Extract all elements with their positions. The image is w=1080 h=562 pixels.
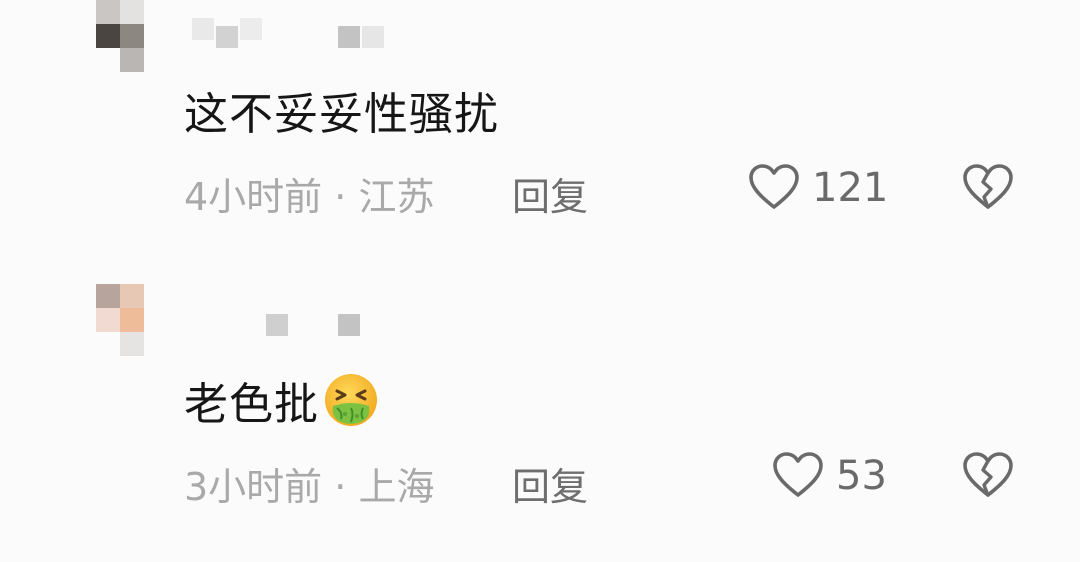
meta-separator: ·: [334, 465, 347, 509]
comment-item: 老色批 3小时前 · 上海 回复 53: [0, 282, 1080, 552]
comment-time: 4小时前: [184, 175, 323, 219]
comment-meta: 3小时前 · 上海: [184, 456, 434, 511]
heart-outline-icon: [772, 450, 824, 502]
comment-location: 江苏: [358, 175, 435, 219]
comment-text-content: 这不妥妥性骚扰: [184, 89, 499, 140]
reply-button[interactable]: 回复: [512, 166, 588, 221]
comment-meta: 4小时前 · 江苏: [184, 166, 434, 221]
broken-heart-icon: [962, 450, 1014, 502]
like-button[interactable]: 121: [748, 162, 888, 214]
comment-text: 这不妥妥性骚扰: [184, 82, 499, 140]
dislike-button[interactable]: [962, 450, 1014, 502]
comment-location: 上海: [358, 465, 435, 509]
comment-time: 3小时前: [184, 465, 323, 509]
comment-text-content: 老色批: [184, 379, 319, 430]
avatar[interactable]: [96, 284, 144, 356]
comment-text: 老色批: [184, 372, 379, 430]
broken-heart-icon: [962, 162, 1014, 214]
reply-button[interactable]: 回复: [512, 456, 588, 511]
dislike-button[interactable]: [962, 162, 1014, 214]
meta-separator: ·: [334, 175, 347, 219]
heart-outline-icon: [748, 162, 800, 214]
comment-item: 这不妥妥性骚扰 4小时前 · 江苏 回复 121: [0, 0, 1080, 270]
username-blurred[interactable]: [188, 312, 408, 344]
like-count: 53: [836, 453, 887, 499]
like-count: 121: [812, 165, 889, 211]
avatar[interactable]: [96, 0, 144, 72]
like-button[interactable]: 53: [772, 450, 887, 502]
nauseated-face-emoji: [323, 372, 379, 428]
username-blurred[interactable]: [188, 14, 408, 48]
